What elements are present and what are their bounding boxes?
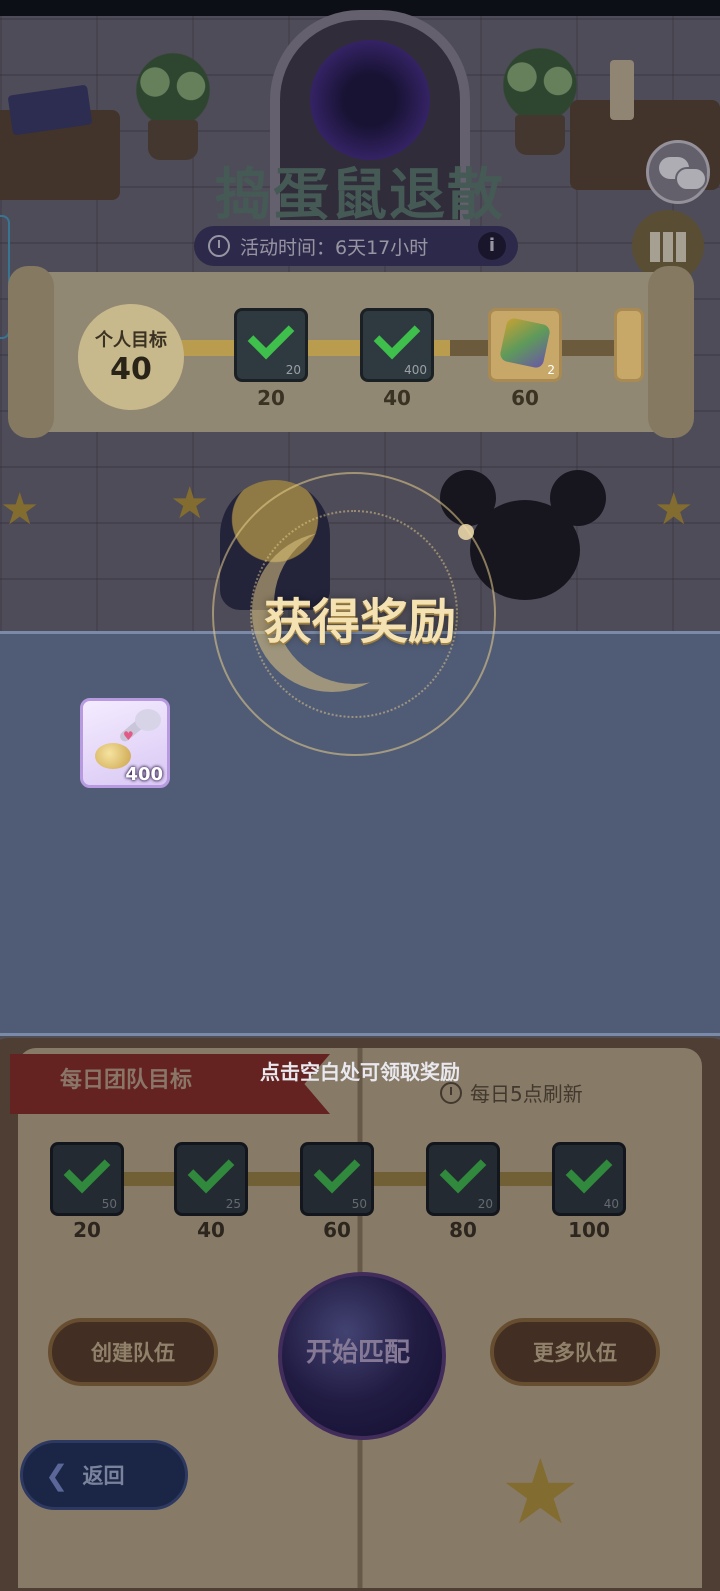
reward-count: 20 <box>285 363 301 377</box>
personal-goal-label: 个人目标 <box>95 330 167 351</box>
personal-threshold: 60 <box>511 386 539 410</box>
reward-count: 2 <box>547 363 555 377</box>
reward-title: 获得奖励 <box>263 594 456 650</box>
reward-count: 400 <box>404 363 427 377</box>
personal-reward-4[interactable] <box>614 308 644 382</box>
check-icon <box>373 312 421 360</box>
personal-threshold: 40 <box>383 386 411 410</box>
claim-hint: 点击空白处可领取奖励 <box>260 1060 460 1084</box>
personal-reward-1[interactable]: 20 <box>234 308 308 382</box>
personal-threshold: 20 <box>257 386 285 410</box>
personal-reward-2[interactable]: 400 <box>360 308 434 382</box>
check-icon <box>247 312 295 360</box>
personal-goal-value: 40 <box>110 352 152 387</box>
crystal-icon <box>498 316 552 370</box>
personal-goal-badge: 个人目标 40 <box>78 304 184 410</box>
reward-item[interactable]: ♥ 400 <box>80 698 170 788</box>
reward-quantity: 400 <box>125 764 163 785</box>
personal-reward-3[interactable]: 2 <box>488 308 562 382</box>
